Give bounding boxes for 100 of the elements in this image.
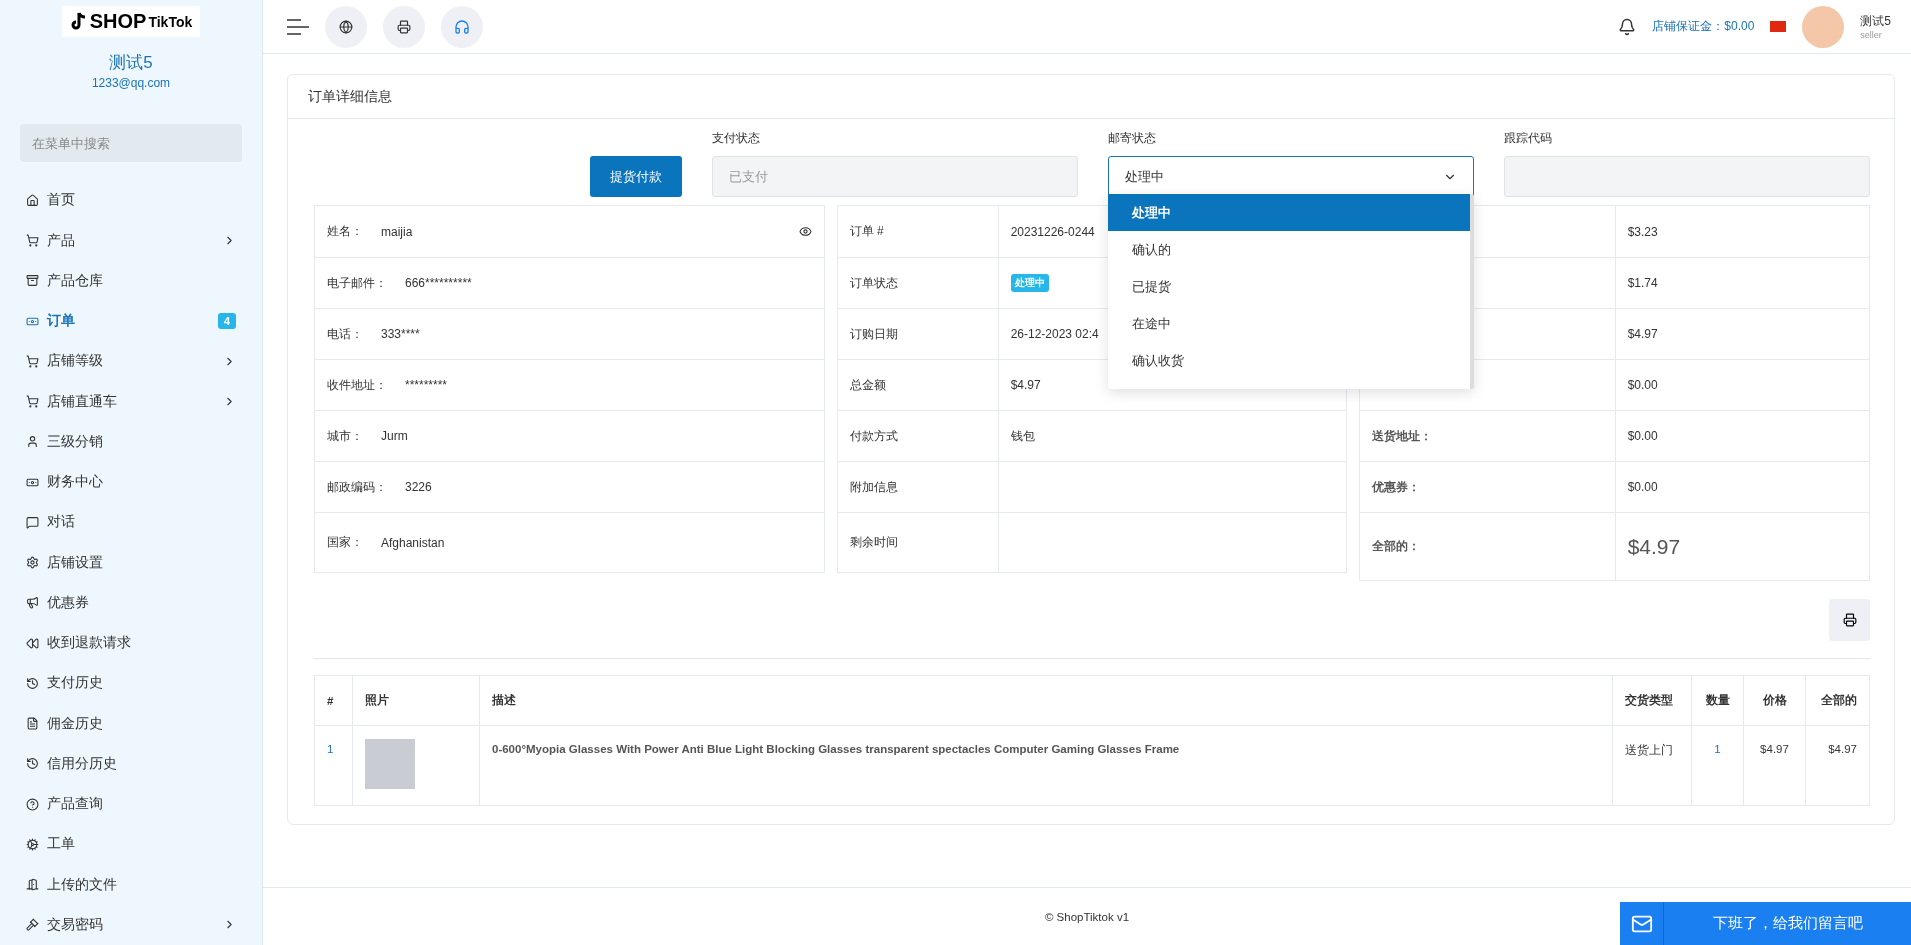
menu-item[interactable]: 三级分销 [0, 421, 262, 462]
menu-item[interactable]: 上传的文件 [0, 864, 262, 905]
menu-item[interactable]: 店铺等级 [0, 341, 262, 382]
photo-placeholder [365, 739, 415, 789]
table-cell: 1 [314, 725, 353, 806]
pickup-payment-button[interactable]: 提货付款 [590, 156, 682, 197]
field-value: $4.97 [1010, 378, 1042, 392]
field-label: 国家： [327, 534, 363, 551]
status-select[interactable]: 处理中 [1108, 156, 1474, 197]
archive-icon [26, 274, 39, 288]
table-cell: 送货上门 [1612, 725, 1692, 806]
field-label: 城市： [327, 427, 363, 445]
menu-item[interactable]: 财务中心 [0, 461, 262, 503]
card-title: 订单详细信息 [288, 75, 1894, 119]
avatar [1802, 5, 1845, 48]
field-value: $0.00 [1627, 480, 1659, 494]
field-label: 邮寄状态 [1108, 131, 1157, 146]
field-label: 电子邮件： [327, 274, 387, 292]
printer-icon [1842, 613, 1857, 627]
globe-icon [339, 19, 353, 34]
column-header: 数量 [1691, 675, 1744, 726]
field-value: ********* [405, 378, 449, 392]
field-label: 全部的： [1372, 538, 1421, 555]
field-value: $4.97 [1627, 327, 1659, 341]
menu-item[interactable]: 店铺直通车 [0, 381, 262, 422]
field-value: 333**** [381, 327, 421, 341]
user-role: seller [1860, 30, 1883, 40]
dropdown-option[interactable]: 处理中 [1108, 194, 1470, 231]
count-badge: 4 [217, 313, 236, 329]
menu-item[interactable]: 店铺设置 [0, 542, 262, 583]
cart-icon [26, 354, 39, 368]
field-label: 姓名： [327, 223, 363, 240]
field-value: maijia [381, 224, 414, 239]
field-value: Jurm [381, 429, 409, 443]
product-description: 0-600°Myopia Glasses With Power Anti Blue Light Blocking Glasses transparent spectacles Computer Gaming Glasses Frame [492, 743, 1180, 755]
field-label: 收件地址： [327, 376, 387, 394]
menu-item[interactable]: 产品查询 [0, 783, 262, 825]
menu-item[interactable]: 订单 4 [0, 300, 262, 342]
menu-item[interactable]: 产品仓库 [0, 260, 262, 301]
help-icon [26, 797, 39, 811]
field-label: 优惠券： [1372, 478, 1421, 496]
megaphone-icon [26, 596, 39, 610]
field-label: 送货地址： [1372, 427, 1433, 445]
message-icon [26, 515, 39, 529]
bell-icon[interactable] [1618, 17, 1637, 36]
chat-button[interactable]: 下班了，给我们留言吧 [1620, 902, 1911, 945]
field-value: 26-12-2023 02:4 [1010, 327, 1100, 341]
dropdown-option[interactable]: 确认收货 [1108, 342, 1470, 379]
menu-icon[interactable] [287, 18, 309, 35]
dropdown-option[interactable]: 确认的 [1108, 231, 1470, 268]
dropdown-option[interactable]: 已提货 [1108, 268, 1470, 305]
column-header: 照片 [352, 675, 480, 726]
menu-item[interactable]: 信用分历史 [0, 743, 262, 784]
cog-icon [26, 837, 39, 851]
table-cell: 1 [1691, 725, 1744, 806]
field-value: $3.23 [1627, 224, 1659, 239]
menu-item[interactable]: 佣金历史 [0, 703, 262, 744]
deposit-text: 店铺保证金：$0.00 [1652, 18, 1755, 35]
field-label: 电话： [327, 325, 363, 343]
cart-icon [26, 234, 39, 247]
menu-item[interactable]: 产品 [0, 220, 262, 261]
column-header: 描述 [479, 675, 1613, 726]
field-label: 剩余时间 [849, 534, 898, 551]
field-label: 邮政编码： [327, 478, 387, 496]
column-header: 价格 [1743, 675, 1806, 726]
field-value: $1.74 [1627, 276, 1659, 290]
menu-item[interactable]: 对话 [0, 502, 262, 543]
history-icon [26, 676, 39, 690]
field-label: 附加信息 [849, 478, 898, 496]
shop-logo: SHOPTikTok [61, 6, 201, 37]
eye-icon[interactable] [798, 225, 812, 238]
menu-item[interactable]: 交易密码 [0, 904, 262, 945]
history-icon [26, 757, 39, 771]
support-button[interactable] [441, 5, 483, 48]
search-field[interactable]: 在菜单中搜索 [20, 124, 242, 163]
input-field[interactable] [1504, 156, 1870, 197]
table-cell: $4.97 [1743, 725, 1806, 806]
cart-icon [26, 395, 39, 408]
menu-item[interactable]: 工单 [0, 824, 262, 865]
menu-item[interactable]: 收到退款请求 [0, 622, 262, 664]
column-header: 交货类型 [1612, 675, 1692, 726]
table-cell: $4.97 [1805, 725, 1870, 806]
copyright-text: © ShopTiktok v1 [1044, 910, 1130, 923]
print-button[interactable] [383, 5, 425, 48]
menu-item[interactable]: 支付历史 [0, 663, 262, 704]
menu-item[interactable]: 首页 [0, 180, 262, 221]
field-label: 订购日期 [849, 325, 898, 343]
field-label: 订单 # [849, 223, 884, 240]
column-header: 全部的 [1805, 675, 1870, 726]
menu-item[interactable]: 优惠券 [0, 582, 262, 623]
dropdown-option[interactable]: 在途中 [1108, 305, 1470, 342]
user-email: 1233@qq.com [91, 76, 171, 90]
field-label: 跟踪代码 [1504, 131, 1553, 146]
print-button[interactable] [1829, 599, 1870, 641]
field-label: 支付状态 [712, 131, 761, 146]
user-name: 测试5 [109, 52, 153, 74]
field-value: 666********** [405, 276, 473, 290]
user-icon [26, 435, 39, 449]
home-icon [26, 193, 39, 207]
globe-button[interactable] [325, 5, 367, 48]
